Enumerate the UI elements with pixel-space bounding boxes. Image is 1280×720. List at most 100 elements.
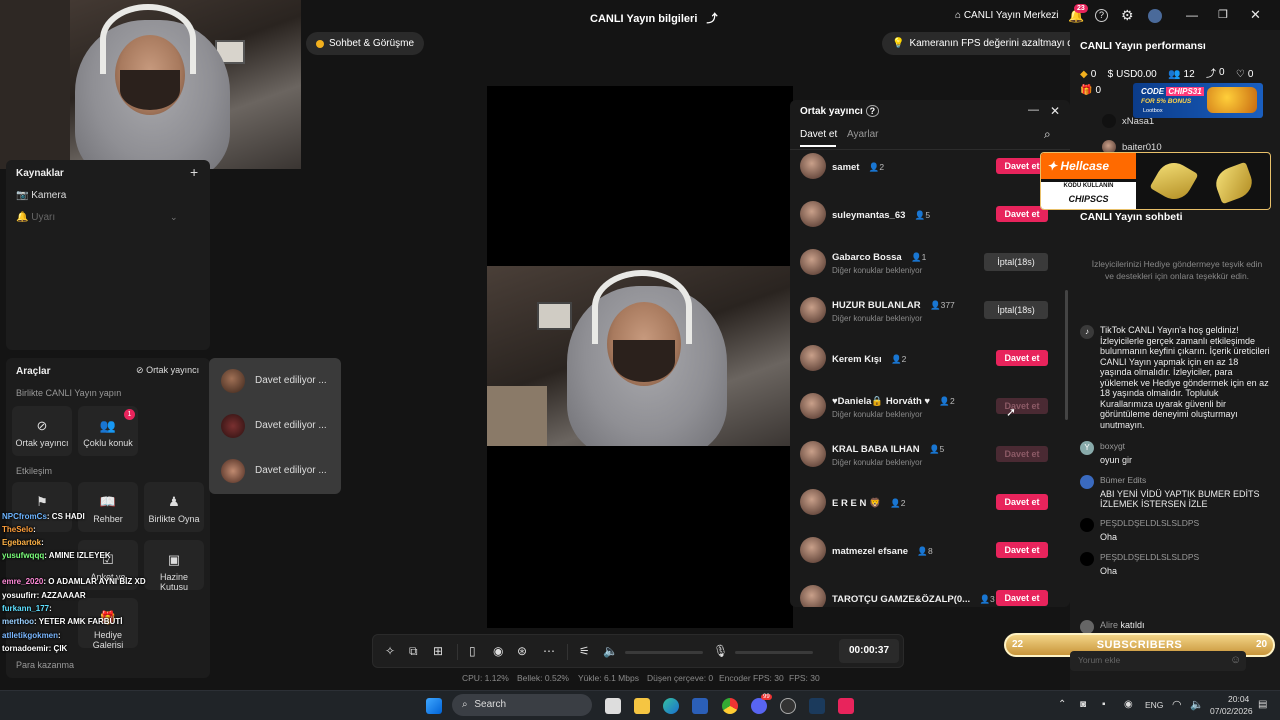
clock-time[interactable]: 20:04 xyxy=(1228,694,1249,704)
ad-chips-icon xyxy=(1207,87,1257,113)
invite-button[interactable]: Davet et xyxy=(996,590,1048,606)
taskbar-search[interactable]: ⌕ Search xyxy=(452,694,592,716)
cancel-invite-button[interactable]: İptal(18s) xyxy=(984,301,1048,319)
chat-message: PEŞDLDŞELDLSLSLDPS Oha xyxy=(1080,518,1270,542)
ad-code-label: CODE xyxy=(1141,87,1165,96)
speaker-icon[interactable]: 🔈 xyxy=(603,644,618,658)
person-icon: 👤 xyxy=(890,354,902,364)
effects-icon[interactable]: ⧉ xyxy=(409,644,418,659)
person-icon: 👤 xyxy=(914,210,926,220)
avatar xyxy=(1080,475,1094,489)
mic-volume-slider[interactable] xyxy=(735,651,813,654)
tile-cohost-label: Ortak yayıncı xyxy=(15,438,69,448)
follower-count-value: 1 xyxy=(921,252,927,262)
layout-icon[interactable]: ⊞ xyxy=(433,644,443,658)
live-center-link[interactable]: ⌂ CANLI Yayın Merkezi xyxy=(955,10,1059,21)
tile-play-together[interactable]: ♟ Birlikte Oyna xyxy=(144,482,204,532)
invite-button[interactable]: Davet et xyxy=(996,350,1048,366)
settings-icon[interactable]: ⚙ xyxy=(1121,7,1134,24)
fps-status: FPS: 30 xyxy=(789,673,820,683)
overlay-chat-line: merthoo: YETER AMK FARBÜTİ xyxy=(2,617,122,626)
replay-icon[interactable]: ⊛ xyxy=(517,644,527,658)
overlay-chat-text: : xyxy=(41,538,44,547)
panel-close-icon[interactable]: ✕ xyxy=(1050,104,1060,118)
cohost-link[interactable]: ⊘ Ortak yayıncı xyxy=(136,365,199,376)
explorer-icon[interactable] xyxy=(634,698,650,714)
guest-status: Diğer konuklar bekleniyor xyxy=(832,458,923,467)
cpu-status: CPU: 1.12% xyxy=(462,673,509,683)
chevron-down-icon[interactable]: ⌄ xyxy=(170,212,178,223)
windows-start-icon[interactable] xyxy=(426,698,442,714)
tab-settings[interactable]: Ayarlar xyxy=(847,129,879,140)
emoji-icon[interactable]: ☺ xyxy=(1230,654,1241,666)
tile-treasure[interactable]: ▣ Hazine Kutusu xyxy=(144,540,204,592)
maximize-icon[interactable]: ❐ xyxy=(1218,8,1228,21)
scrollbar[interactable] xyxy=(1065,290,1068,420)
magic-wand-icon[interactable]: ✧ xyxy=(385,644,395,658)
close-icon[interactable]: ✕ xyxy=(1250,7,1261,23)
record-icon[interactable]: ◉ xyxy=(493,644,503,658)
profile-avatar[interactable] xyxy=(1148,9,1162,23)
add-source-icon[interactable]: + xyxy=(190,164,198,180)
tiktok-live-icon[interactable] xyxy=(838,698,854,714)
invite-button[interactable]: Davet et xyxy=(996,542,1048,558)
notification-icon[interactable]: ▤ xyxy=(1258,699,1267,710)
clock-date[interactable]: 07/02/2026 xyxy=(1210,706,1253,716)
chrome-icon[interactable] xyxy=(722,698,738,714)
webcam-overlay xyxy=(0,0,301,169)
stream-info-title[interactable]: CANLI Yayın bilgileri ⤴ xyxy=(590,10,717,26)
mouse-cursor: ➚ xyxy=(1006,405,1017,419)
panel-minimize-icon[interactable]: — xyxy=(1028,104,1039,116)
avatar xyxy=(221,458,245,483)
help-icon[interactable]: ? xyxy=(1095,9,1108,22)
guest-name: samet xyxy=(832,162,860,173)
task-view-icon[interactable] xyxy=(605,698,621,714)
chat-call-pill[interactable]: Sohbet & Görüşme xyxy=(306,32,425,55)
tray-steam-icon[interactable]: ◉ xyxy=(1124,699,1133,710)
phone-icon[interactable]: ▯ xyxy=(469,644,476,658)
chat-title: CANLI Yayın sohbeti xyxy=(1080,211,1183,223)
invite-button[interactable]: Davet et xyxy=(996,398,1048,414)
tile-guide[interactable]: 📖 Rehber xyxy=(78,482,138,532)
invite-button[interactable]: Davet et xyxy=(996,446,1048,462)
viewers-value: 12 xyxy=(1183,69,1195,80)
obs-icon[interactable] xyxy=(780,698,796,714)
word-icon[interactable] xyxy=(692,698,708,714)
search-small-icon: ⌕ xyxy=(462,699,468,710)
tray-app-icon[interactable]: ▪ xyxy=(1102,699,1106,710)
info-icon[interactable]: ? xyxy=(865,105,880,117)
performance-stats: ◆ 0 $ USD0.00 👥 12 ⤴ 0 ♡ 0 xyxy=(1080,65,1261,80)
more-icon[interactable]: ⋯ xyxy=(543,644,555,658)
guest-status: Diğer konuklar bekleniyor xyxy=(832,410,923,419)
edge-icon[interactable] xyxy=(663,698,679,714)
source-camera[interactable]: 📷 Kamera xyxy=(16,190,66,201)
source-alert[interactable]: 🔔 Uyarı xyxy=(16,212,55,223)
volume-icon[interactable]: 🔈 xyxy=(1190,698,1204,711)
shares-stat: ⤴ 0 xyxy=(1206,65,1225,80)
taskbar-search-label: Search xyxy=(474,699,507,710)
cancel-invite-button[interactable]: İptal(18s) xyxy=(984,253,1048,271)
language-indicator[interactable]: ENG xyxy=(1145,700,1163,710)
discord-icon[interactable] xyxy=(751,698,767,714)
tray-chevron-icon[interactable]: ⌃ xyxy=(1058,699,1066,710)
mixer-icon[interactable]: ⚟ xyxy=(579,644,590,658)
speaker-volume-slider[interactable] xyxy=(625,651,703,654)
microphone-icon[interactable]: 🎙 xyxy=(713,644,728,658)
comment-input[interactable]: Yorum ekle xyxy=(1070,651,1246,671)
tile-cohost[interactable]: ⊘ Ortak yayıncı xyxy=(12,406,72,456)
tray-discord-icon[interactable]: ◙ xyxy=(1080,699,1086,710)
lootbox-ad[interactable]: CODE CHIPS31 FOR 5% BONUS Lootbox xyxy=(1133,83,1263,118)
share-small-icon: ⤴ xyxy=(1206,69,1217,80)
invite-button[interactable]: Davet et xyxy=(996,494,1048,510)
hellcase-ad[interactable]: ✦ Hellcase KODU KULLANIN CHIPSCS xyxy=(1040,152,1271,210)
wifi-icon[interactable]: ◠ xyxy=(1172,698,1182,711)
steam-icon[interactable] xyxy=(809,698,825,714)
overlay-chat-text: : xyxy=(33,525,36,534)
share-icon[interactable]: ⤴ xyxy=(706,13,717,25)
tab-invite[interactable]: Davet et xyxy=(800,129,837,140)
minimize-icon[interactable]: — xyxy=(1186,8,1198,22)
person-icon: 👤 xyxy=(868,162,880,172)
search-icon[interactable]: ⌕ xyxy=(1044,127,1051,142)
upload-status: Yükle: 6.1 Mbps xyxy=(578,673,639,683)
cohost-title-label: Ortak yayıncı xyxy=(800,106,863,117)
